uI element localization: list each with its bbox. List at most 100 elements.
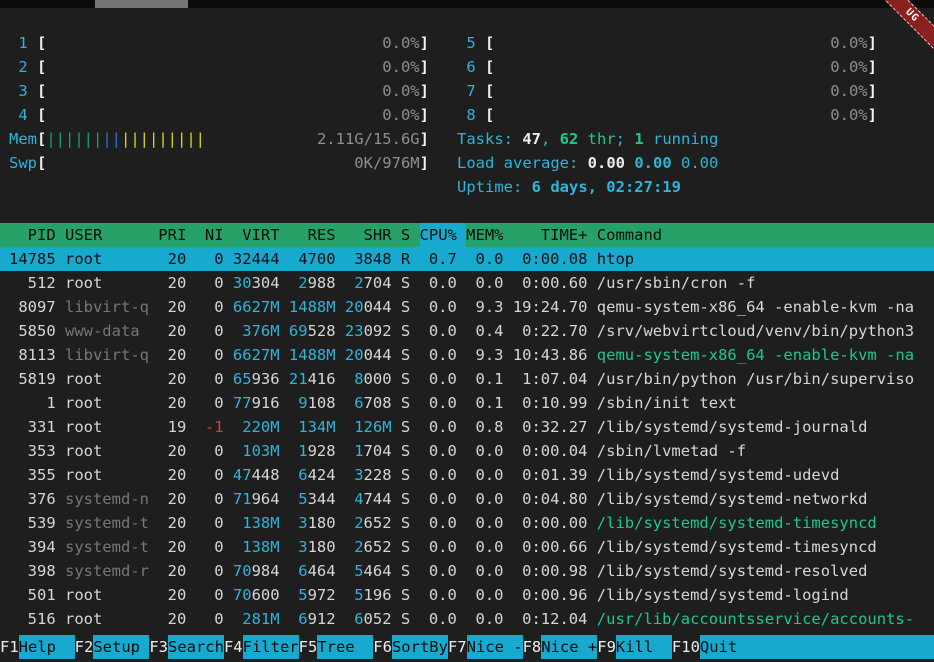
text-segment: 0.0: [475, 466, 503, 484]
cell-shr: 20044: [345, 295, 392, 319]
text-segment: 5: [354, 562, 363, 580]
text-segment: 138M: [242, 514, 279, 532]
text-segment: qemu-system-x86_64 -enable-kvm -na: [597, 346, 914, 364]
cell-command: /lib/systemd/systemd-logind: [597, 583, 934, 607]
text-segment: 984: [252, 562, 280, 580]
text-segment: S: [401, 490, 410, 508]
text-segment: 20: [168, 370, 187, 388]
process-row[interactable]: 5850www-data200376M6952823092S0.00.40:22…: [0, 319, 934, 343]
meter-label: Swp: [9, 151, 37, 175]
column-header-virt[interactable]: VIRT: [233, 223, 280, 247]
cell-pid: 1: [9, 391, 56, 415]
cell-pid: 353: [9, 439, 56, 463]
process-row[interactable]: 539systemd-t200138M31802652S0.00.00:00.0…: [0, 511, 934, 535]
cell-user: root: [65, 607, 149, 631]
cell-pid: 5850: [9, 319, 56, 343]
meter-close-bracket: ]: [420, 151, 429, 175]
text-segment: 9: [298, 394, 307, 412]
process-row[interactable]: 8113libvirt-q2006627M1488M20044S0.09.310…: [0, 343, 934, 367]
text-segment: root: [65, 370, 102, 388]
cell-s: S: [401, 367, 410, 391]
cell-user: systemd-r: [65, 559, 149, 583]
fkey-f1-button[interactable]: Help: [19, 635, 75, 659]
text-segment: 69: [289, 322, 308, 340]
text-segment: 4: [354, 490, 363, 508]
fkey-f9-button[interactable]: Kill: [616, 635, 672, 659]
meter-open-bracket: [: [485, 79, 494, 103]
fkey-f6-button[interactable]: SortBy: [392, 635, 448, 659]
fkey-f10-button[interactable]: Quit: [700, 635, 934, 659]
cell-res: 6912: [289, 607, 336, 631]
cell-mem: 0.0: [466, 439, 503, 463]
text-segment: S: [401, 322, 410, 340]
column-header-command[interactable]: Command: [597, 223, 934, 247]
column-header-res[interactable]: RES: [289, 223, 336, 247]
column-header-pid[interactable]: PID: [9, 223, 56, 247]
column-header-user[interactable]: USER: [65, 223, 149, 247]
text-segment: 0.0: [475, 490, 503, 508]
meter-open-bracket: [: [37, 103, 46, 127]
text-segment: 0.0: [475, 274, 503, 292]
process-row[interactable]: 8097libvirt-q2006627M1488M20044S0.09.319…: [0, 295, 934, 319]
column-header-ni[interactable]: NI: [196, 223, 224, 247]
text-segment: 092: [364, 322, 392, 340]
column-header-shr[interactable]: SHR: [345, 223, 392, 247]
text-segment: 304: [252, 274, 280, 292]
fkey-f4-button[interactable]: Filter: [243, 635, 299, 659]
fkey-f3-button[interactable]: Search: [168, 635, 224, 659]
meter-swp: Swp[0K/976M]: [9, 151, 457, 175]
cell-shr: 8000: [345, 367, 392, 391]
process-row[interactable]: 516root200281M69126052S0.00.00:12.04/usr…: [0, 607, 934, 631]
cell-shr: 3848: [345, 247, 392, 271]
text-segment: 0.0: [429, 418, 457, 436]
process-row[interactable]: 5819root20065936214168000S0.00.11:07.04/…: [0, 367, 934, 391]
meter-value: 0.0%: [830, 55, 867, 79]
cell-res: 5344: [289, 487, 336, 511]
cell-res: 4700: [289, 247, 336, 271]
meter-cpu-5: 5 [0.0%]: [457, 31, 877, 55]
fkey-f2-button[interactable]: Setup: [93, 635, 149, 659]
process-row[interactable]: 398systemd-r2007098464645464S0.00.00:00.…: [0, 559, 934, 583]
column-header-s[interactable]: S: [401, 223, 410, 247]
column-header-time[interactable]: TIME+: [513, 223, 588, 247]
window-drag-handle[interactable]: [95, 0, 188, 8]
process-row[interactable]: 331root19-1220M134M126MS0.00.80:32.27/li…: [0, 415, 934, 439]
process-row[interactable]: 376systemd-n2007196453444744S0.00.00:04.…: [0, 487, 934, 511]
fkey-f7-button[interactable]: Nice -: [467, 635, 523, 659]
cell-mem: 0.0: [466, 583, 503, 607]
fkey-f8-button[interactable]: Nice +: [541, 635, 597, 659]
text-segment: 20: [168, 514, 187, 532]
cell-command: /usr/lib/accountsservice/accounts-: [597, 607, 934, 631]
cell-cpu: 0.0: [420, 271, 467, 295]
process-row[interactable]: 501root2007060059725196S0.00.00:00.96/li…: [0, 583, 934, 607]
text-segment: 0.1: [475, 370, 503, 388]
process-row[interactable]: 355root2004744864243228S0.00.00:01.39/li…: [0, 463, 934, 487]
text-segment: 0.0: [429, 538, 457, 556]
text-segment: 0: [214, 586, 223, 604]
text-segment: root: [65, 610, 102, 628]
process-row[interactable]: 512root2003030429882704S0.00.00:00.60/us…: [0, 271, 934, 295]
process-row[interactable]: 14785root2003244447003848R0.70.00:00.08h…: [0, 247, 934, 271]
column-header-mem[interactable]: MEM%: [466, 223, 503, 247]
process-row[interactable]: 353root200103M19281704S0.00.00:00.04/sbi…: [0, 439, 934, 463]
text-segment: 20: [168, 394, 187, 412]
cell-virt: 6627M: [233, 343, 280, 367]
text-segment: 126M: [354, 418, 391, 436]
meter-close-bracket: ]: [868, 103, 877, 127]
text-segment: 0: [214, 514, 223, 532]
column-header-pri[interactable]: PRI: [158, 223, 186, 247]
text-segment: 0.0: [475, 610, 503, 628]
meter-bar: 0.0%: [46, 31, 419, 55]
column-header-cpu[interactable]: CPU%: [420, 223, 467, 247]
text-segment: 912: [308, 610, 336, 628]
cell-user: libvirt-q: [65, 343, 149, 367]
meter-bar: 0.0%: [494, 79, 867, 103]
process-row[interactable]: 1root2007791691086708S0.00.10:10.99/sbin…: [0, 391, 934, 415]
fkey-f5-button[interactable]: Tree: [317, 635, 373, 659]
text-segment: 448: [252, 466, 280, 484]
text-segment: 20: [345, 346, 364, 364]
process-row[interactable]: 394systemd-t200138M31802652S0.00.00:00.6…: [0, 535, 934, 559]
cell-user: root: [65, 463, 149, 487]
meter-close-bracket: ]: [420, 31, 429, 55]
cell-virt: 138M: [233, 535, 280, 559]
